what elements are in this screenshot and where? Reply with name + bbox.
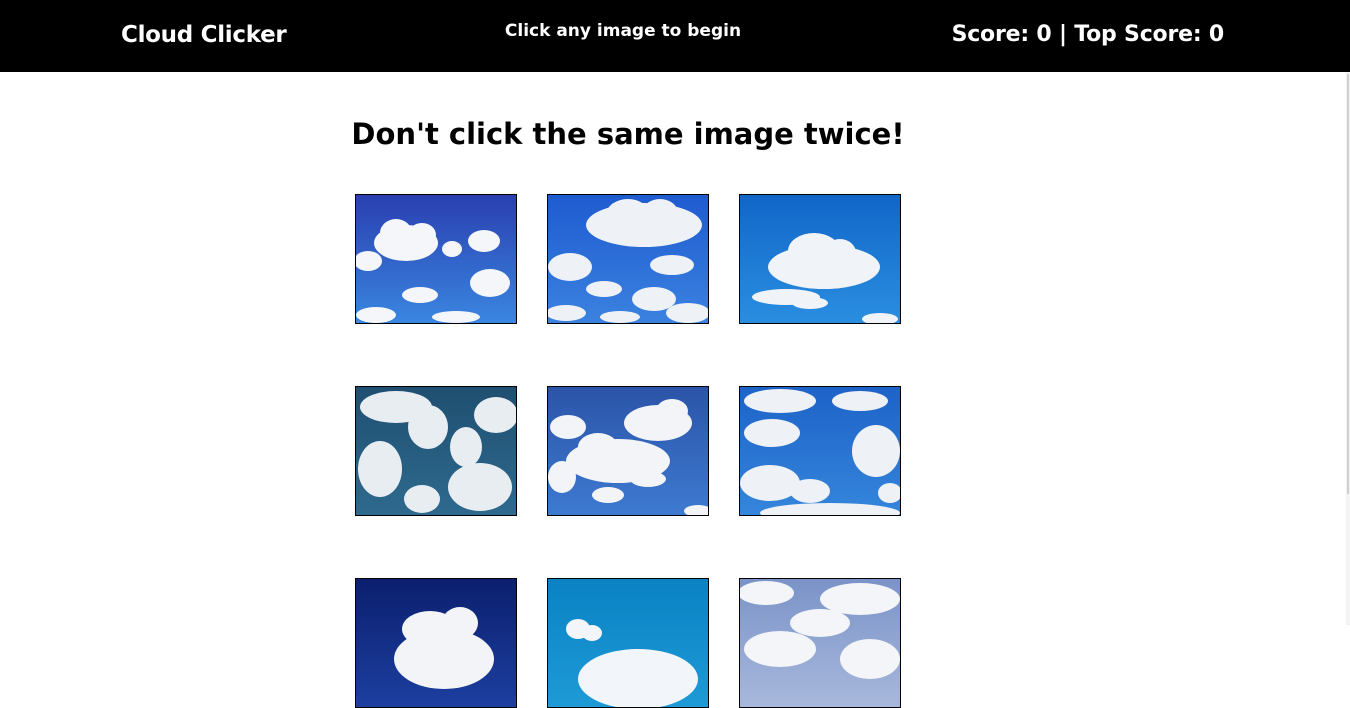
cloud-image-5-picture	[548, 387, 708, 515]
cloud-image-1[interactable]	[355, 194, 517, 324]
cloud-image-4-picture	[356, 387, 516, 515]
score-display: Score: 0 | Top Score: 0	[951, 22, 1225, 47]
cloud-image-7-picture	[356, 579, 516, 707]
cloud-image-9-picture	[740, 579, 900, 707]
cloud-image-9[interactable]	[739, 578, 901, 708]
cloud-image-1-picture	[356, 195, 516, 323]
cloud-image-3[interactable]	[739, 194, 901, 324]
cloud-image-6[interactable]	[739, 386, 901, 516]
cloud-image-7[interactable]	[355, 578, 517, 708]
cloud-image-2[interactable]	[547, 194, 709, 324]
cloud-image-8-picture	[548, 579, 708, 707]
navbar: Cloud Clicker Click any image to begin S…	[0, 0, 1350, 72]
cloud-image-3-picture	[740, 195, 900, 323]
page-heading: Don't click the same image twice!	[351, 117, 905, 151]
cloud-image-5[interactable]	[547, 386, 709, 516]
scrollbar-thumb[interactable]	[1347, 74, 1349, 494]
cloud-image-2-picture	[548, 195, 708, 323]
cloud-image-8[interactable]	[547, 578, 709, 708]
cloud-image-6-picture	[740, 387, 900, 515]
cloud-image-4[interactable]	[355, 386, 517, 516]
